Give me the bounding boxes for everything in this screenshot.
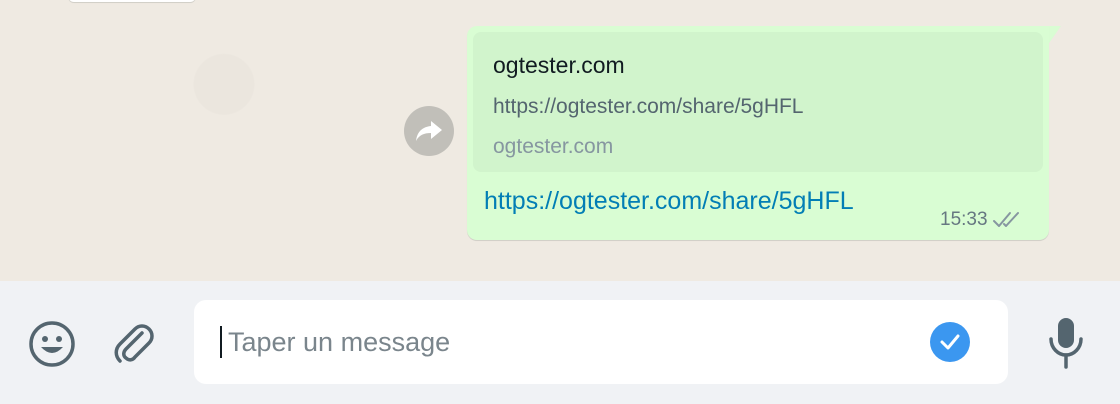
double-check-icon [992,212,1019,227]
forward-icon [416,121,442,141]
message-link[interactable]: https://ogtester.com/share/5gHFL [484,187,854,216]
attach-button[interactable] [108,318,160,370]
forward-button[interactable] [404,106,454,156]
microphone-button[interactable] [1040,315,1092,371]
bubble-tail [1047,26,1061,46]
chat-area: ogtester.com https://ogtester.com/share/… [0,0,1120,281]
message-input-box[interactable] [194,300,1008,384]
preview-description: https://ogtester.com/share/5gHFL [493,95,804,118]
text-cursor [220,326,222,358]
check-badge [930,322,970,362]
paperclip-icon [114,324,154,363]
message-input[interactable] [228,327,908,358]
outgoing-message-bubble[interactable]: ogtester.com https://ogtester.com/share/… [467,26,1049,240]
previous-message-bubble [68,0,196,2]
link-preview-card[interactable]: ogtester.com https://ogtester.com/share/… [473,32,1043,172]
microphone-icon [1049,318,1083,369]
message-time: 15:33 [940,209,988,230]
preview-title: ogtester.com [493,52,625,78]
check-circle-icon [940,334,960,350]
emoji-button[interactable] [26,318,78,370]
preview-domain: ogtester.com [493,135,614,158]
message-meta: 15:33 [940,209,1024,231]
emoji-icon [29,321,75,367]
